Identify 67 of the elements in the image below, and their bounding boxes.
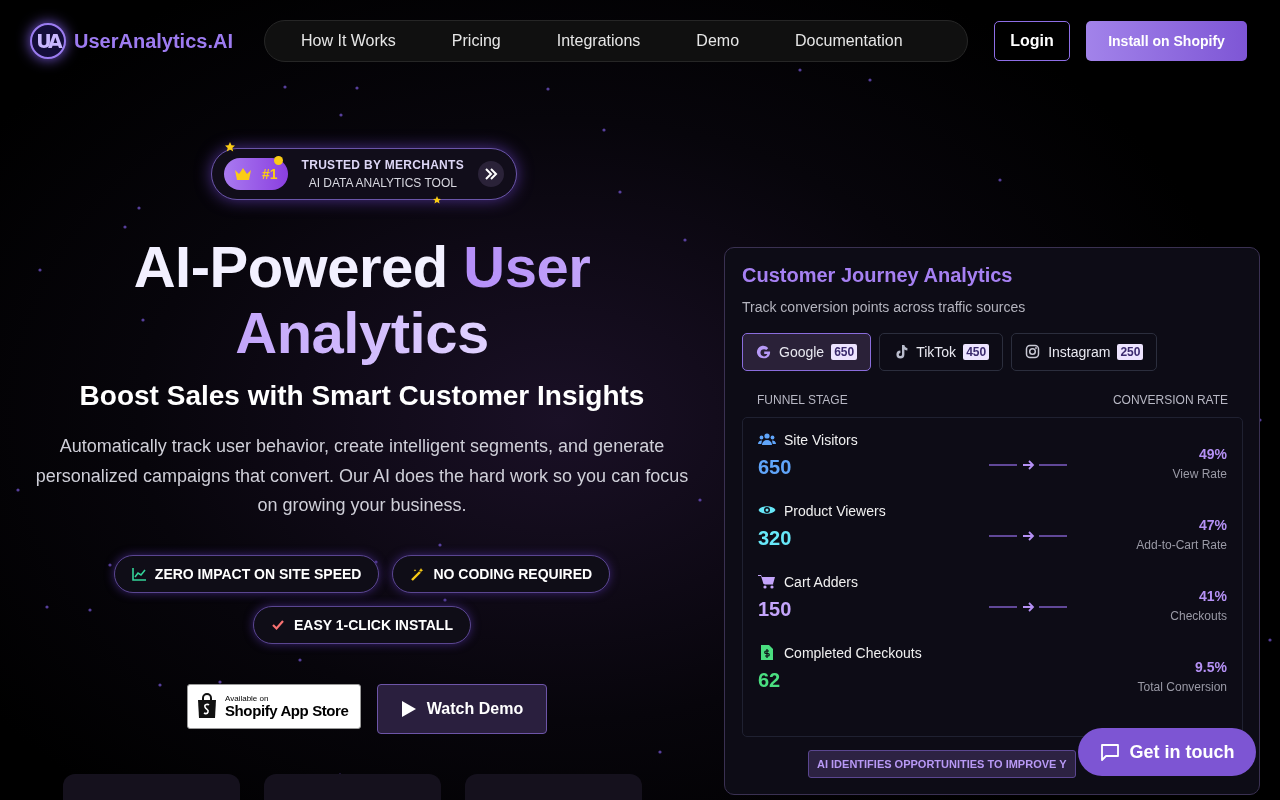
count-badge: 650 bbox=[831, 344, 858, 360]
install-button[interactable]: Install on Shopify bbox=[1086, 21, 1247, 61]
conversion-rate: 49% bbox=[1197, 446, 1227, 462]
stage-name: Completed Checkouts bbox=[784, 645, 922, 661]
get-in-touch-button[interactable]: Get in touch bbox=[1078, 728, 1256, 776]
rate-label: Add-to-Cart Rate bbox=[1135, 538, 1227, 552]
conversion-rate: 41% bbox=[1197, 588, 1227, 604]
magic-wand-icon bbox=[410, 566, 425, 581]
chat-bubble-icon bbox=[1099, 743, 1120, 761]
music-note-icon bbox=[893, 344, 910, 360]
feature-label: NO CODING REQUIRED bbox=[433, 565, 593, 582]
conversion-rate: 9.5% bbox=[1194, 659, 1227, 675]
trend-chart-icon bbox=[131, 566, 146, 581]
hero-description: Automatically track user behavior, create intelligent segments, and generate personalized campaigns that convert. Our AI does the hard work so you can focus on growing your business. bbox=[34, 435, 690, 517]
stage-value: 320 bbox=[758, 527, 793, 550]
login-button[interactable]: Login bbox=[994, 21, 1070, 61]
store-caption: Available on bbox=[225, 694, 270, 703]
status-dot-icon bbox=[274, 156, 283, 165]
double-chevron-icon bbox=[484, 168, 498, 180]
stage-name: Cart Adders bbox=[784, 574, 858, 590]
star-icon bbox=[225, 142, 235, 152]
nav-link[interactable]: Integrations bbox=[556, 32, 641, 50]
feature-label: ZERO IMPACT ON SITE SPEED bbox=[154, 565, 362, 582]
badge-title: TRUSTED BY MERCHANTS bbox=[301, 158, 464, 172]
watch-demo-button[interactable]: Watch Demo bbox=[377, 683, 547, 734]
source-tab[interactable]: Instagram 250 bbox=[1011, 333, 1158, 371]
shopping-bag-icon bbox=[196, 693, 218, 719]
nav-link[interactable]: Pricing bbox=[451, 32, 501, 50]
source-tab[interactable]: TikTok 450 bbox=[879, 333, 1004, 371]
forward-button[interactable] bbox=[478, 161, 504, 187]
nav-link[interactable]: Documentation bbox=[795, 32, 903, 50]
stage-value: 650 bbox=[758, 456, 793, 479]
nav-link[interactable]: Demo bbox=[696, 32, 740, 50]
count-badge: 450 bbox=[963, 344, 990, 360]
stage-name: Product Viewers bbox=[784, 503, 886, 519]
conversion-rate: 47% bbox=[1197, 517, 1227, 533]
rate-label: View Rate bbox=[1171, 467, 1227, 481]
count-badge: 250 bbox=[1117, 344, 1144, 360]
trust-badge[interactable]: #1 TRUSTED BY MERCHANTS AI DATA ANALYTICS TOOL bbox=[211, 148, 517, 200]
badge-subtitle: AI DATA ANALYTICS TOOL bbox=[308, 176, 457, 190]
flow-arrow-icon bbox=[989, 529, 1067, 542]
store-name: Shopify App Store bbox=[225, 702, 349, 718]
flow-arrow-icon bbox=[989, 458, 1067, 471]
crown-icon bbox=[234, 167, 252, 181]
nav-link[interactable]: How It Works bbox=[301, 32, 396, 50]
stage-name: Site Visitors bbox=[784, 432, 858, 448]
camera-icon bbox=[1025, 344, 1042, 360]
insight-banner: AI IDENTIFIES OPPORTUNITIES TO IMPROVE Y bbox=[808, 750, 1076, 778]
stage-value: 62 bbox=[758, 669, 782, 692]
logo[interactable]: UA bbox=[30, 23, 66, 59]
rate-label: Checkouts bbox=[1169, 609, 1227, 623]
rate-label: Total Conversion bbox=[1136, 680, 1227, 694]
google-g-icon bbox=[756, 344, 772, 360]
star-icon bbox=[433, 196, 441, 204]
app-store-badge[interactable]: Available on Shopify App Store bbox=[187, 683, 361, 729]
column-header: FUNNEL STAGE bbox=[757, 393, 848, 407]
rank-text: #1 bbox=[262, 166, 278, 182]
feature-label: EASY 1-CLICK INSTALL bbox=[294, 616, 453, 633]
card-subtitle: Track conversion points across traffic sources bbox=[742, 299, 1027, 315]
brand-name[interactable]: UserAnalytics.AI bbox=[74, 29, 233, 53]
hero-subheading: Boost Sales with Smart Customer Insights bbox=[79, 380, 645, 412]
play-icon bbox=[400, 699, 417, 718]
flow-arrow-icon bbox=[989, 600, 1067, 613]
stage-value: 150 bbox=[758, 598, 793, 621]
source-tab[interactable]: Google 650 bbox=[742, 333, 872, 371]
card-title: Customer Journey Analytics bbox=[742, 264, 1014, 287]
column-header: CONVERSION RATE bbox=[1112, 393, 1228, 407]
